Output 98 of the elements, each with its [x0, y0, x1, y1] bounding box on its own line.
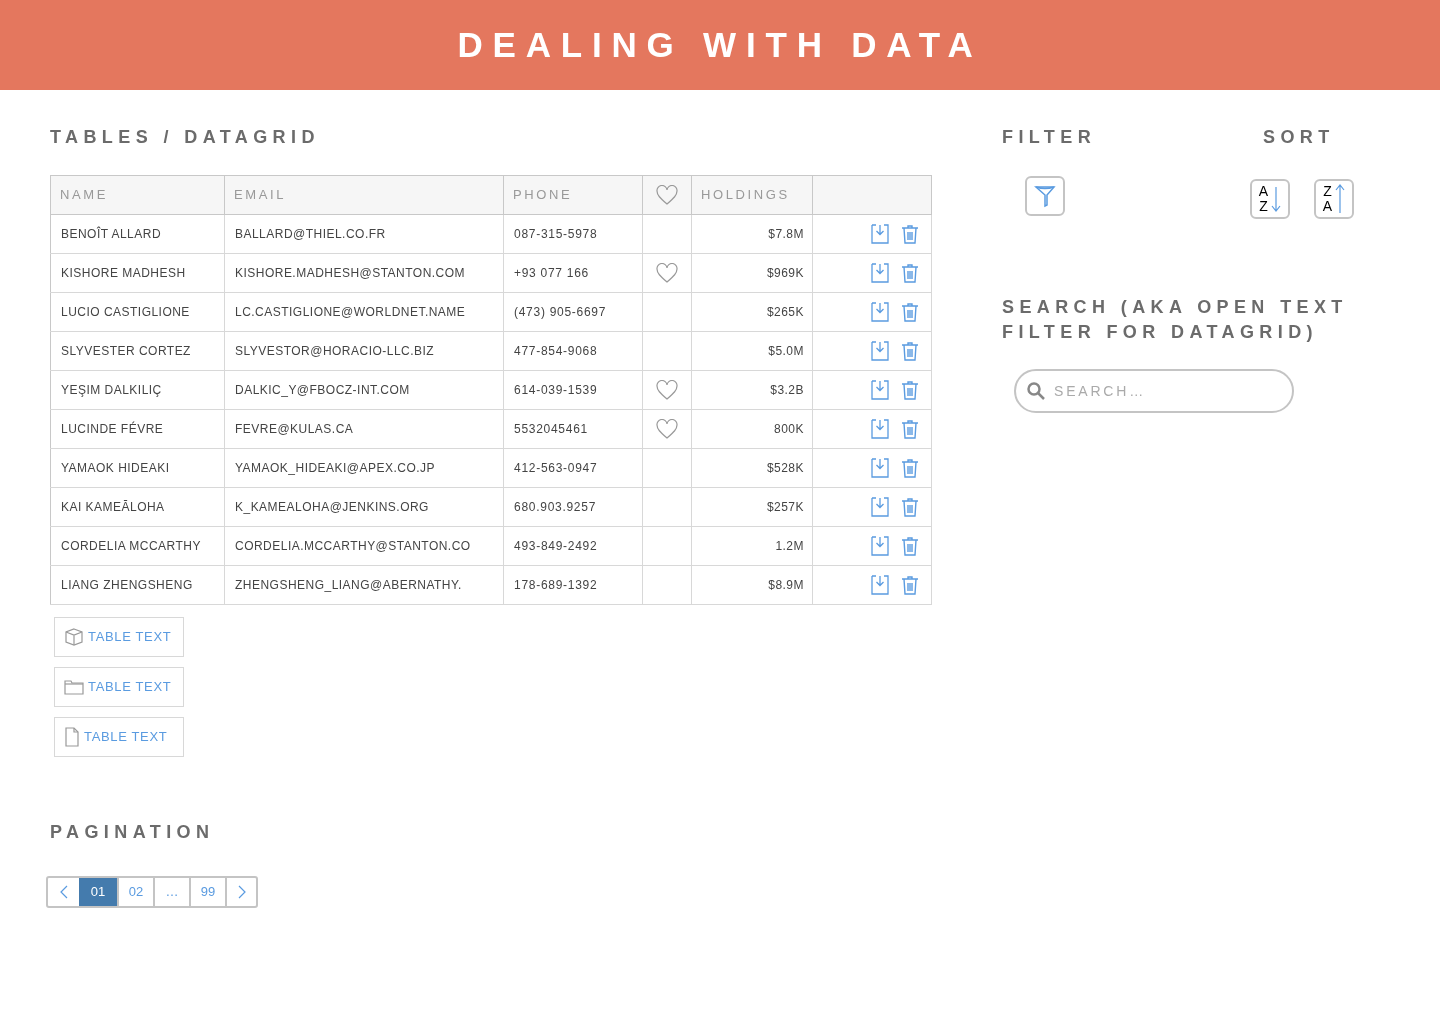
table-cell: BENOÎT ALLARD — [50, 214, 225, 254]
trash-icon[interactable] — [901, 224, 919, 244]
download-icon[interactable] — [871, 575, 889, 595]
table-cell: $265K — [691, 292, 813, 332]
table-cell: $3.2B — [691, 370, 813, 410]
sort-letter: A — [1258, 184, 1269, 199]
download-icon[interactable] — [871, 419, 889, 439]
page-button[interactable]: … — [153, 878, 189, 906]
table-text-button[interactable]: TABLE TEXT — [54, 667, 184, 707]
table-cell: BALLARD@THIEL.CO.FR — [224, 214, 504, 254]
cube-icon — [64, 627, 84, 647]
section-heading: SEARCH (AKA OPEN TEXT FILTER FOR DATAGRID) — [1002, 296, 1349, 344]
download-icon[interactable] — [871, 458, 889, 478]
table-cell: $5.0M — [691, 331, 813, 371]
table-cell: K_KAMEALOHA@JENKINS.ORG — [224, 487, 504, 527]
table-cell: 493-849-2492 — [503, 526, 643, 566]
trash-icon[interactable] — [901, 302, 919, 322]
section-heading: SORT — [1263, 126, 1336, 149]
page-button[interactable]: 99 — [189, 878, 225, 906]
table-cell: 614-039-1539 — [503, 370, 643, 410]
sort-letter: Z — [1322, 184, 1333, 199]
search-field[interactable]: SEARCH… — [1014, 369, 1294, 413]
table-cell: $257K — [691, 487, 813, 527]
section-heading: FILTER — [1002, 126, 1098, 149]
table-cell: +93 077 166 — [503, 253, 643, 293]
sort-letter: A — [1322, 199, 1333, 214]
table-cell: 087-315-5978 — [503, 214, 643, 254]
search-icon — [1026, 381, 1046, 401]
page-button[interactable]: 01 — [79, 878, 117, 906]
table-cell: KISHORE MADHESH — [50, 253, 225, 293]
trash-icon[interactable] — [901, 575, 919, 595]
table-cell: SLYVESTER CORTEZ — [50, 331, 225, 371]
table-cell: CORDELIA MCCARTHY — [50, 526, 225, 566]
heart-icon — [656, 263, 678, 283]
column-header[interactable]: PHONE — [503, 175, 643, 215]
column-header[interactable]: NAME — [50, 175, 225, 215]
trash-icon[interactable] — [901, 263, 919, 283]
table-cell: $528K — [691, 448, 813, 488]
table-cell: $7.8M — [691, 214, 813, 254]
heart-icon — [656, 185, 678, 205]
download-icon[interactable] — [871, 380, 889, 400]
table-cell: $969K — [691, 253, 813, 293]
funnel-icon — [1034, 184, 1056, 208]
heart-icon — [656, 419, 678, 439]
chevron-right-icon — [237, 885, 246, 899]
download-icon[interactable] — [871, 224, 889, 244]
trash-icon[interactable] — [901, 497, 919, 517]
table-cell: LIANG ZHENGSHENG — [50, 565, 225, 605]
sort-button[interactable]: Z A — [1314, 179, 1354, 219]
download-icon[interactable] — [871, 263, 889, 283]
table-cell: YEŞIM DALKILIÇ — [50, 370, 225, 410]
trash-icon[interactable] — [901, 341, 919, 361]
trash-icon[interactable] — [901, 380, 919, 400]
sort-letter: Z — [1258, 199, 1269, 214]
chevron-left-icon — [59, 885, 68, 899]
table-text-button[interactable]: TABLE TEXT — [54, 717, 184, 757]
table-cell: 412-563-0947 — [503, 448, 643, 488]
page-title: DEALING WITH DATA — [457, 23, 983, 66]
table-cell: SLYVESTOR@HORACIO-LLC.BIZ — [224, 331, 504, 371]
download-icon[interactable] — [871, 302, 889, 322]
table-text-button[interactable]: TABLE TEXT — [54, 617, 184, 657]
table-cell: DALKIC_Y@FBOCZ-INT.COM — [224, 370, 504, 410]
table-cell: ZHENGSHENG_LIANG@ABERNATHY. — [224, 565, 504, 605]
heart-icon — [656, 380, 678, 400]
trash-icon[interactable] — [901, 458, 919, 478]
folder-icon — [64, 679, 84, 695]
trash-icon[interactable] — [901, 536, 919, 556]
table-cell: 680.903.9257 — [503, 487, 643, 527]
download-icon[interactable] — [871, 497, 889, 517]
page-button[interactable]: 02 — [117, 878, 153, 906]
filter-button[interactable] — [1025, 176, 1065, 216]
table-cell: LC.CASTIGLIONE@WORLDNET.NAME — [224, 292, 504, 332]
table-cell: YAMAOK_HIDEAKI@APEX.CO.JP — [224, 448, 504, 488]
table-cell: 1.2M — [691, 526, 813, 566]
table-cell: YAMAOK HIDEAKI — [50, 448, 225, 488]
table-cell: $8.9M — [691, 565, 813, 605]
table-cell: FEVRE@KULAS.CA — [224, 409, 504, 449]
column-header[interactable]: EMAIL — [224, 175, 504, 215]
table-cell: LUCIO CASTIGLIONE — [50, 292, 225, 332]
arrow-down-icon — [1271, 185, 1282, 213]
section-heading: PAGINATION — [50, 821, 216, 844]
download-icon[interactable] — [871, 341, 889, 361]
table-cell: LUCINDE FÉVRE — [50, 409, 225, 449]
sort-button[interactable]: A Z — [1250, 179, 1290, 219]
column-header[interactable]: HOLDINGS — [691, 175, 813, 215]
table-cell: KISHORE.MADHESH@STANTON.COM — [224, 253, 504, 293]
section-heading: TABLES / DATAGRID — [50, 126, 321, 149]
file-icon — [64, 727, 80, 747]
table-cell: 800K — [691, 409, 813, 449]
table-cell: 5532045461 — [503, 409, 643, 449]
trash-icon[interactable] — [901, 419, 919, 439]
table-cell: CORDELIA.MCCARTHY@STANTON.CO — [224, 526, 504, 566]
table-cell: (473) 905-6697 — [503, 292, 643, 332]
download-icon[interactable] — [871, 536, 889, 556]
table-cell: 178-689-1392 — [503, 565, 643, 605]
table-cell: KAI KAMEĀLOHA — [50, 487, 225, 527]
table-cell: 477-854-9068 — [503, 331, 643, 371]
arrow-up-icon — [1335, 183, 1346, 215]
